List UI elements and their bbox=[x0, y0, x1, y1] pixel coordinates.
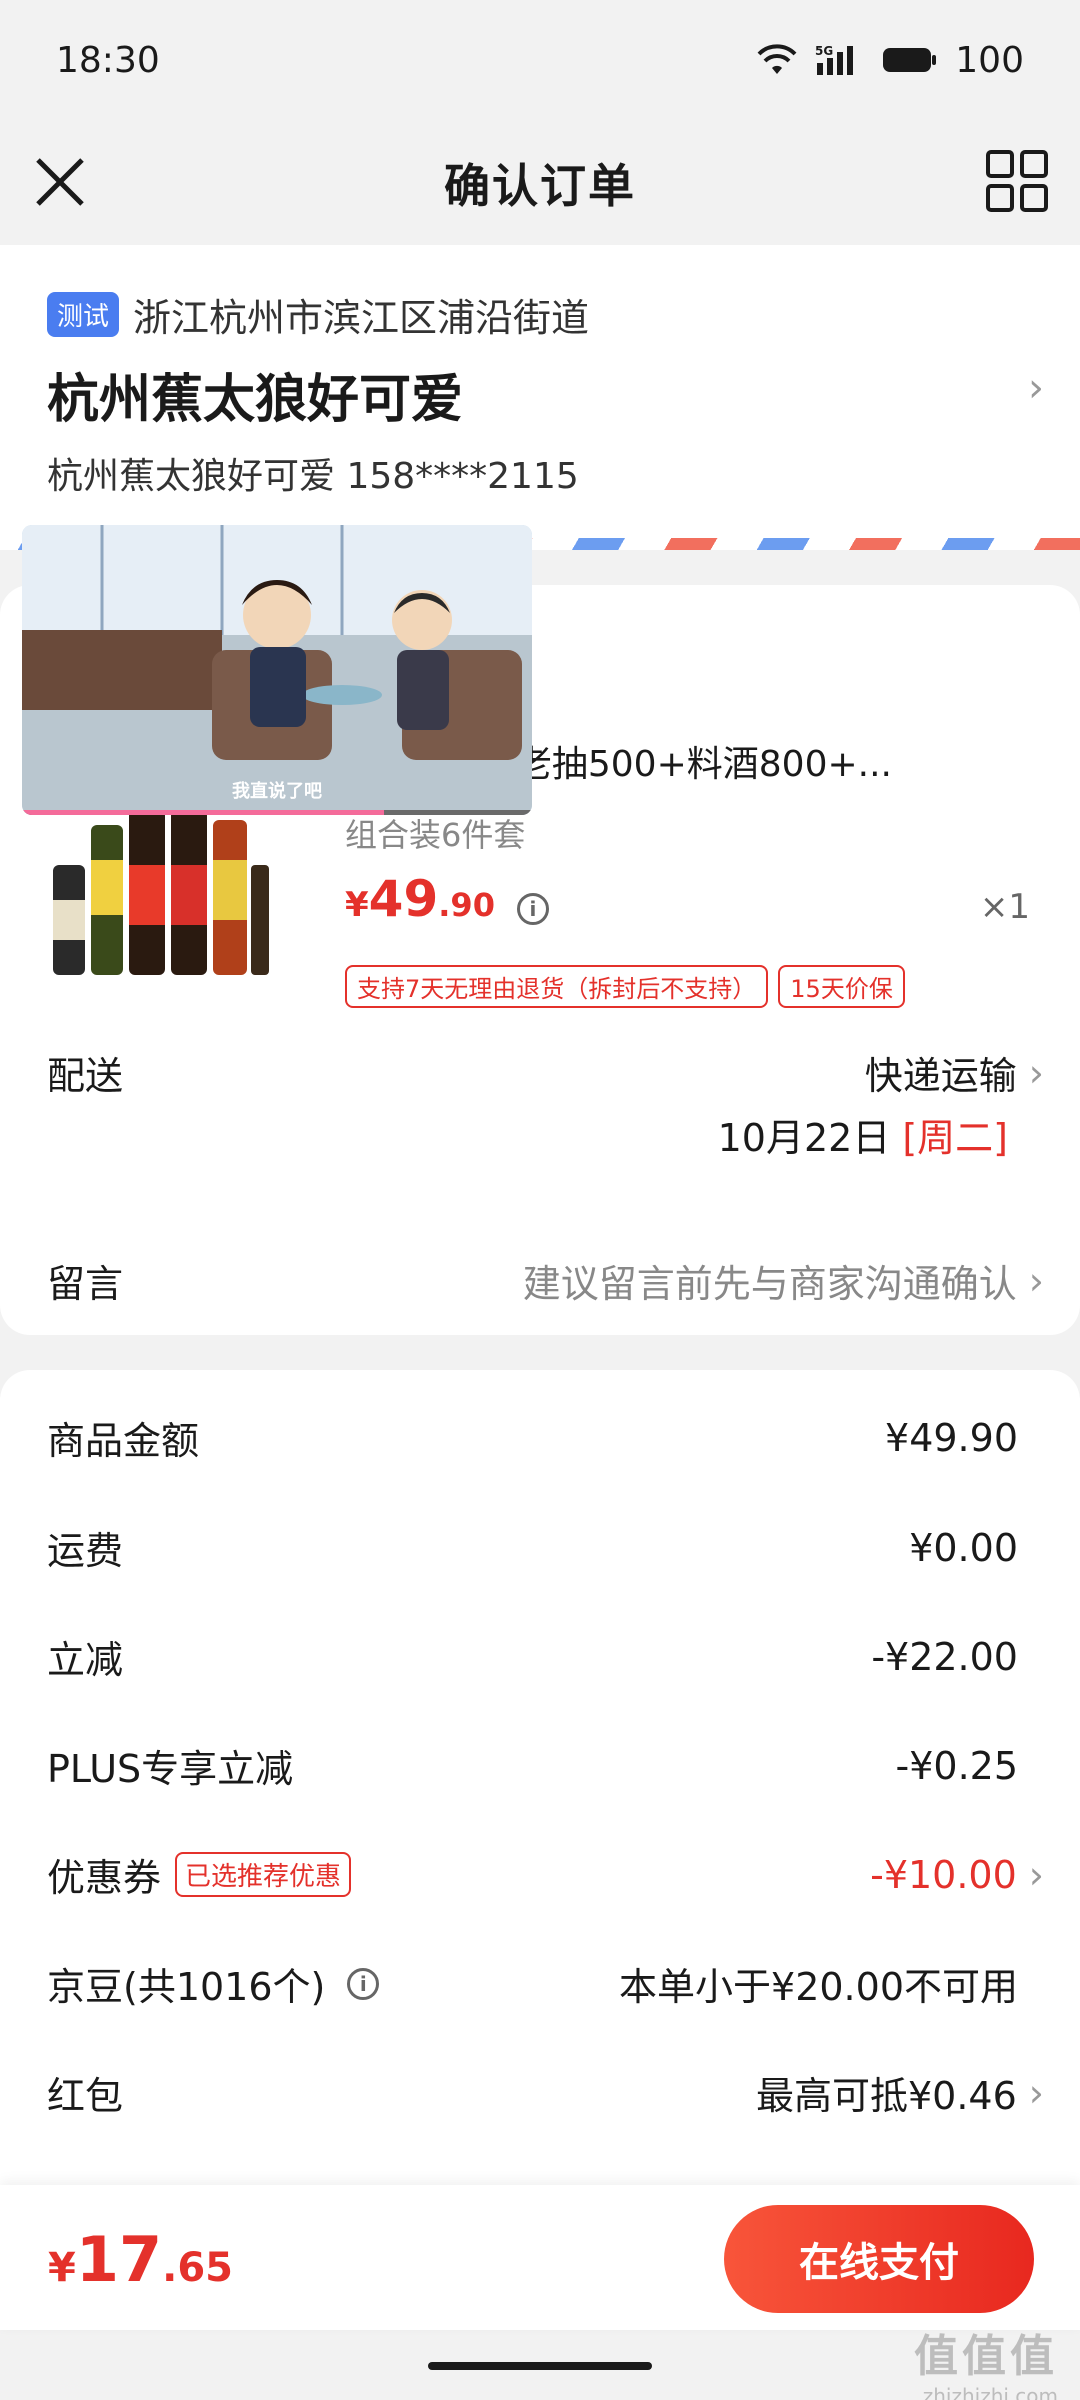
battery-level: 100 bbox=[955, 39, 1024, 81]
grid-menu-icon[interactable] bbox=[984, 148, 1050, 214]
chevron-right-icon: › bbox=[1028, 365, 1044, 411]
fee-instant-discount: 立减 -¥22.00 bbox=[47, 1634, 1018, 1683]
status-icons: 5G 100 bbox=[757, 40, 1024, 81]
nav-bar: 确认订单 bbox=[0, 120, 1080, 245]
goods-price: ¥ 49 .90 i bbox=[345, 870, 549, 928]
coupon-chip: 已选推荐优惠 bbox=[175, 1852, 352, 1897]
jd-beans-row: 京豆(共1016个) i 本单小于¥20.00不可用 bbox=[47, 1956, 1044, 2011]
coupon-value: -¥10.00 bbox=[870, 1852, 1017, 1897]
red-packet-value: 最高可抵¥0.46 bbox=[756, 2074, 1017, 2118]
fee-shipping: 运费 ¥0.00 bbox=[47, 1525, 1018, 1574]
home-indicator[interactable] bbox=[428, 2362, 652, 2370]
message-input[interactable]: 建议留言前先与商家沟通确认 bbox=[523, 1253, 1017, 1308]
delivery-label: 配送 bbox=[47, 1054, 124, 1098]
price-protect-tag: 15天价保 bbox=[778, 965, 905, 1008]
chevron-right-icon: › bbox=[1028, 1852, 1044, 1897]
status-time: 18:30 bbox=[56, 39, 160, 81]
price-info-icon[interactable]: i bbox=[516, 893, 549, 925]
return-policy-tag: 支持7天无理由退货（拆封后不支持） bbox=[345, 965, 769, 1008]
fee-plus-discount: PLUS专享立减 -¥0.25 bbox=[47, 1743, 1018, 1792]
address-card[interactable]: 测试 浙江杭州市滨江区浦沿街道 杭州蕉太狼好可爱 › 杭州蕉太狼好可爱 158*… bbox=[0, 245, 1080, 550]
coupon-row[interactable]: 优惠券 已选推荐优惠 -¥10.00 › bbox=[47, 1847, 1044, 1902]
chevron-right-icon: › bbox=[1028, 2070, 1044, 2115]
product-image[interactable] bbox=[47, 805, 272, 985]
delivery-date-row: 10月22日 [周二] bbox=[47, 1107, 1044, 1162]
address-region: 浙江杭州市滨江区浦沿街道 bbox=[133, 296, 590, 340]
chevron-right-icon: › bbox=[1028, 1258, 1044, 1303]
svg-text:5G: 5G bbox=[815, 44, 833, 58]
jd-beans-value: 本单小于¥20.00不可用 bbox=[619, 1965, 1018, 2009]
pay-online-button[interactable]: 在线支付 bbox=[724, 2205, 1034, 2313]
floating-video-player[interactable]: 我直说了吧 bbox=[22, 525, 532, 815]
goods-quantity: ×1 bbox=[979, 887, 1030, 927]
status-bar: 18:30 5G 100 bbox=[0, 0, 1080, 120]
delivery-date: 10月22日 bbox=[717, 1116, 891, 1160]
page-title: 确认订单 bbox=[444, 158, 636, 213]
address-recipient-name: 杭州蕉太狼好可爱 bbox=[47, 370, 464, 430]
chevron-right-icon: › bbox=[1028, 1050, 1044, 1095]
wifi-icon bbox=[757, 44, 797, 74]
signal-5g-icon: 5G bbox=[815, 44, 854, 75]
video-subtitle: 我直说了吧 bbox=[232, 781, 322, 802]
bottom-pay-bar: ¥ 17 .65 在线支付 bbox=[0, 2185, 1080, 2330]
video-frame bbox=[22, 525, 532, 815]
jd-beans-info-icon[interactable]: i bbox=[347, 1967, 380, 2000]
goods-spec: 组合装6件套 bbox=[345, 816, 526, 854]
delivery-row[interactable]: 配送 快递运输 › bbox=[47, 1045, 1044, 1100]
fee-goods-amount: 商品金额 ¥49.90 bbox=[47, 1415, 1018, 1464]
delivery-weekday: [周二] bbox=[902, 1116, 1008, 1160]
red-packet-label: 红包 bbox=[47, 2074, 124, 2118]
address-region-line: 测试 浙江杭州市滨江区浦沿街道 bbox=[47, 287, 589, 342]
red-packet-row[interactable]: 红包 最高可抵¥0.46 › bbox=[47, 2065, 1044, 2120]
video-progress-bar[interactable] bbox=[22, 810, 532, 815]
fee-summary-card: 商品金额 ¥49.90 运费 ¥0.00 立减 -¥22.00 PLUS专享立减… bbox=[0, 1370, 1080, 2270]
watermark: 值值值 zhizhizhi.com bbox=[914, 2331, 1058, 2400]
coupon-label: 优惠券 bbox=[47, 1856, 162, 1900]
address-test-tag: 测试 bbox=[47, 292, 120, 337]
order-total: ¥ 17 .65 bbox=[48, 2223, 233, 2296]
jd-beans-label: 京豆(共1016个) bbox=[47, 1965, 326, 2009]
message-row[interactable]: 留言 建议留言前先与商家沟通确认 › bbox=[47, 1253, 1044, 1308]
battery-icon bbox=[883, 48, 937, 72]
close-icon[interactable] bbox=[28, 150, 92, 214]
message-label: 留言 bbox=[47, 1262, 124, 1306]
goods-service-tags: 支持7天无理由退货（拆封后不支持） 15天价保 bbox=[345, 965, 905, 1008]
address-contact: 杭州蕉太狼好可爱 158****2115 bbox=[47, 456, 579, 497]
delivery-method: 快递运输 bbox=[864, 1054, 1017, 1098]
